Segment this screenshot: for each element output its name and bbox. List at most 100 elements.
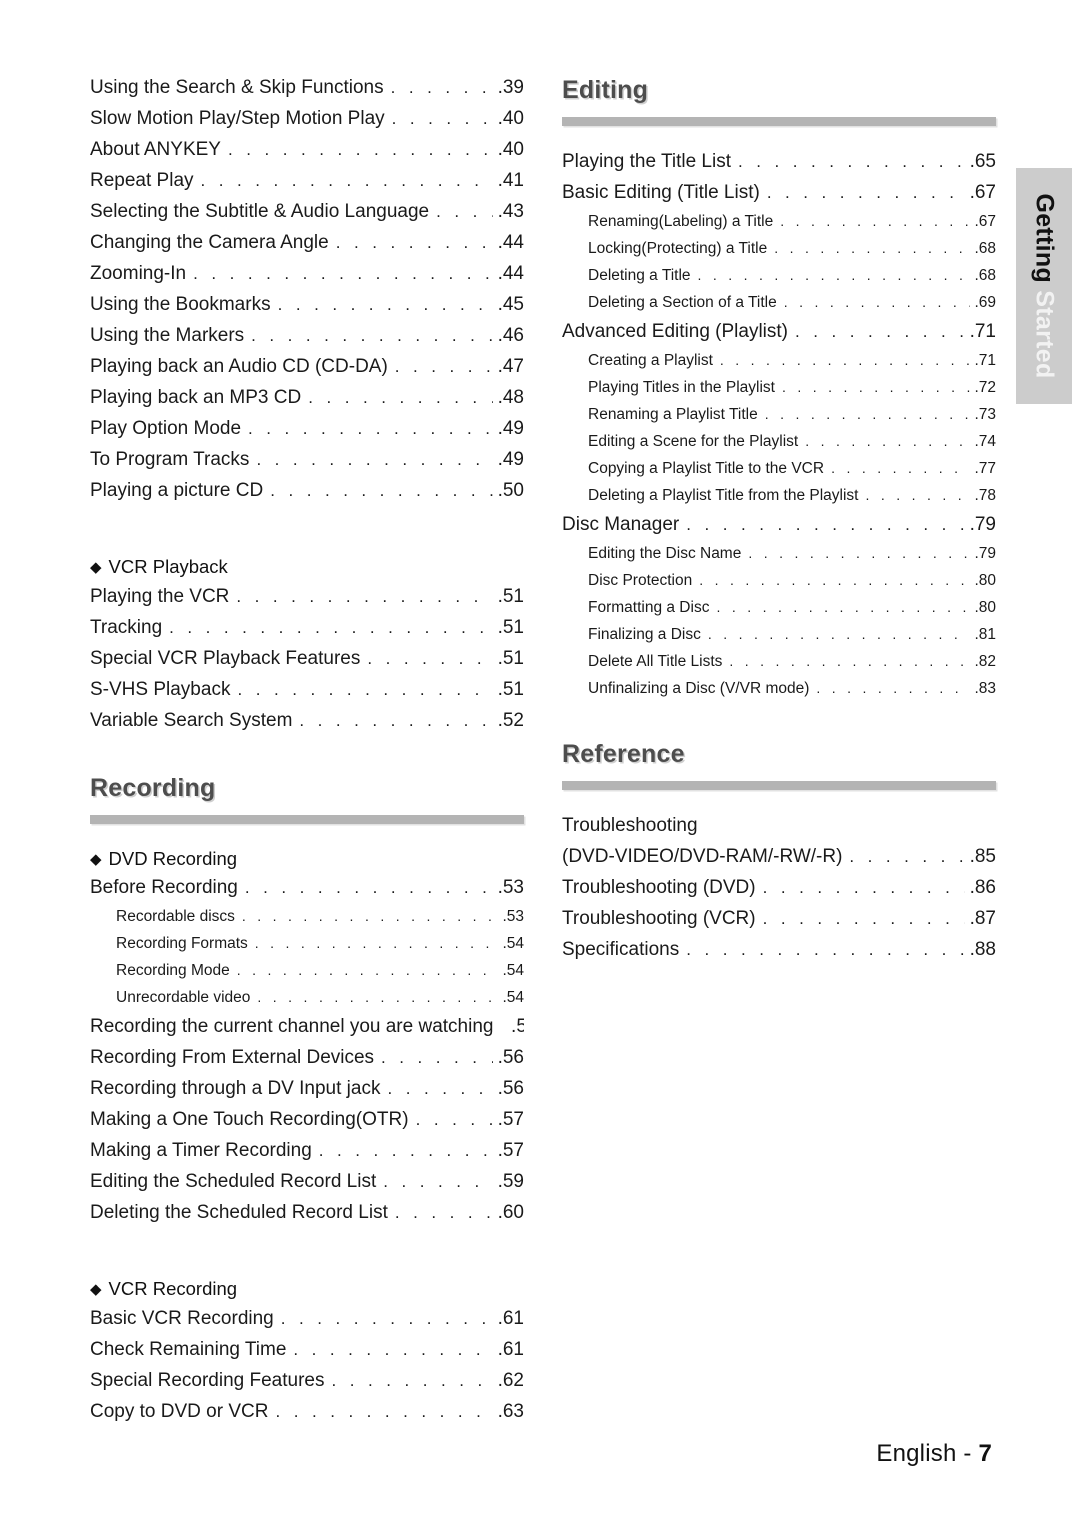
toc-entry[interactable]: Deleting a Playlist Title from the Playl… — [562, 488, 996, 515]
section-heading-reference: Reference — [562, 740, 685, 768]
toc-entry[interactable]: To Program Tracks .49 — [90, 450, 524, 481]
toc-entry[interactable]: Copying a Playlist Title to the VCR .77 — [562, 461, 996, 488]
toc-entry[interactable]: Advanced Editing (Playlist) .71 — [562, 322, 996, 353]
toc-entry-title: Zooming-In — [90, 264, 187, 284]
toc-entry-page-number: .87 — [969, 909, 996, 929]
toc-entry[interactable]: Recording the current channel you are wa… — [90, 1017, 524, 1048]
toc-entry-title: Slow Motion Play/Step Motion Play — [90, 109, 385, 129]
toc-entry[interactable]: Zooming-In .44 — [90, 264, 524, 295]
toc-entry[interactable]: Finalizing a Disc .81 — [562, 627, 996, 654]
toc-entry-title: Delete All Title Lists — [588, 654, 723, 670]
toc-entry-page-number: .56 — [497, 1048, 524, 1068]
toc-entry-title: Renaming a Playlist Title — [588, 407, 758, 423]
toc-entry[interactable]: Renaming a Playlist Title .73 — [562, 407, 996, 434]
toc-entry[interactable]: Making a Timer Recording .57 — [90, 1141, 524, 1172]
toc-entry[interactable]: Unfinalizing a Disc (V/VR mode) .83 — [562, 681, 996, 708]
toc-leader-dots — [228, 141, 493, 158]
toc-entry-page-number: .80 — [974, 600, 996, 616]
toc-group-editing: Playing the Title List .65 Basic Editing (… — [562, 152, 1002, 708]
toc-leader-dots — [319, 1142, 493, 1159]
toc-entry[interactable]: Disc Protection .80 — [562, 573, 996, 600]
toc-entry-page-number: .53 — [497, 878, 524, 898]
toc-entry[interactable]: Editing the Scheduled Record List .59 — [90, 1172, 524, 1203]
toc-entry[interactable]: Playing back an MP3 CD .48 — [90, 388, 524, 419]
toc-entry[interactable]: Delete All Title Lists .82 — [562, 654, 996, 681]
toc-entry[interactable]: Play Option Mode .49 — [90, 419, 524, 450]
toc-entry[interactable]: Playing the Title List .65 — [562, 152, 996, 183]
toc-entry[interactable]: Tracking .51 — [90, 618, 524, 649]
diamond-bullet-icon: ◆ — [90, 559, 102, 576]
toc-entry[interactable]: Recording Formats .54 — [90, 936, 524, 963]
toc-leader-dots — [765, 407, 970, 421]
toc-entry[interactable]: Editing a Scene for the Playlist .74 — [562, 434, 996, 461]
toc-entry-page-number: .49 — [497, 450, 524, 470]
toc-entry[interactable]: Special Recording Features .62 — [90, 1371, 524, 1402]
toc-leader-dots — [336, 234, 493, 251]
toc-entry[interactable]: Using the Bookmarks .45 — [90, 295, 524, 326]
toc-entry[interactable]: Playing back an Audio CD (CD-DA) .47 — [90, 357, 524, 388]
toc-entry[interactable]: Using the Search & Skip Functions .39 — [90, 78, 524, 109]
toc-entry[interactable]: Using the Markers .46 — [90, 326, 524, 357]
toc-entry[interactable]: Before Recording .53 — [90, 878, 524, 909]
toc-entry[interactable]: S-VHS Playback .51 — [90, 680, 524, 711]
toc-entry-title: Recording From External Devices — [90, 1048, 375, 1068]
toc-entry-title: S-VHS Playback — [90, 679, 231, 700]
toc-entry-title: Recording Formats — [116, 936, 248, 952]
toc-entry[interactable]: Creating a Playlist .71 — [562, 353, 996, 380]
toc-entry-title: Locking(Protecting) a Title — [588, 241, 768, 257]
toc-entry[interactable]: Deleting a Section of a Title .69 — [562, 295, 996, 322]
group-label-text: DVD Recording — [108, 847, 238, 869]
toc-leader-dots — [699, 573, 970, 587]
toc-entry-page-number: .65 — [969, 152, 996, 172]
toc-entry[interactable]: Playing Titles in the Playlist .72 — [562, 380, 996, 407]
toc-entry[interactable]: Playing the VCR .51 — [90, 587, 524, 618]
toc-entry[interactable]: Locking(Protecting) a Title .68 — [562, 241, 996, 268]
toc-entry[interactable]: Specifications .88 — [562, 940, 996, 971]
toc-entry[interactable]: Recording through a DV Input jack .56 — [90, 1079, 524, 1110]
page-footer: English - 7 — [876, 1440, 992, 1468]
toc-leader-dots — [251, 327, 493, 344]
toc-entry[interactable]: Changing the Camera Angle .44 — [90, 233, 524, 264]
toc-entry-page-number: .77 — [974, 461, 996, 477]
toc-entry[interactable]: Selecting the Subtitle & Audio Language.… — [90, 202, 524, 233]
toc-entry[interactable]: Check Remaining Time .61 — [90, 1340, 524, 1371]
toc-entry-troubleshooting-wrap[interactable]: Troubleshooting — [562, 816, 1002, 847]
toc-entry[interactable]: Slow Motion Play/Step Motion Play .40 — [90, 109, 524, 140]
toc-entry[interactable]: Deleting the Scheduled Record List .60 — [90, 1203, 524, 1234]
toc-entry[interactable]: Renaming(Labeling) a Title .67 — [562, 214, 996, 241]
toc-entry-title: Playing back an Audio CD (CD-DA) — [90, 357, 388, 377]
toc-entry[interactable]: Troubleshooting (DVD) .86 — [562, 878, 996, 909]
toc-entry-page-number: .72 — [974, 380, 996, 396]
toc-entry[interactable]: (DVD-VIDEO/DVD-RAM/-RW/-R) .85 — [562, 847, 996, 878]
toc-entry-title: Advanced Editing (Playlist) — [562, 322, 788, 342]
toc-entry[interactable]: Recording From External Devices .56 — [90, 1048, 524, 1079]
toc-entry-page-number: .71 — [969, 322, 996, 342]
toc-entry-page-number: .73 — [974, 407, 996, 423]
toc-entry[interactable]: Deleting a Title .68 — [562, 268, 996, 295]
toc-entry-title: Deleting a Section of a Title — [588, 295, 777, 311]
toc-entry[interactable]: Editing the Disc Name .79 — [562, 546, 996, 573]
toc-entry[interactable]: Making a One Touch Recording(OTR) .57 — [90, 1110, 524, 1141]
toc-entry[interactable]: Special VCR Playback Features .51 — [90, 649, 524, 680]
toc-entry[interactable]: Troubleshooting (VCR) .87 — [562, 909, 996, 940]
toc-entry[interactable]: Variable Search System .52 — [90, 711, 524, 742]
toc-entry[interactable]: Basic Editing (Title List) .67 — [562, 183, 996, 214]
toc-leader-dots — [866, 488, 971, 502]
footer-page-number: 7 — [978, 1440, 992, 1467]
toc-entry[interactable]: Recordable discs .53 — [90, 909, 524, 936]
toc-entry[interactable]: Repeat Play .41 — [90, 171, 524, 202]
toc-entry-page-number: .51 — [497, 617, 524, 638]
toc-entry-title: Playing a picture CD — [90, 481, 264, 501]
toc-entry-title: Playing the VCR — [90, 586, 230, 607]
toc-entry[interactable]: Copy to DVD or VCR .63 — [90, 1402, 524, 1433]
toc-entry[interactable]: Recording Mode .54 — [90, 963, 524, 990]
toc-entry-title: Check Remaining Time — [90, 1339, 287, 1360]
toc-entry[interactable]: Basic VCR Recording .61 — [90, 1309, 524, 1340]
toc-entry[interactable]: Formatting a Disc .80 — [562, 600, 996, 627]
toc-entry[interactable]: Unrecordable video .54 — [90, 990, 524, 1017]
toc-entry[interactable]: About ANYKEY .40 — [90, 140, 524, 171]
toc-entry[interactable]: Playing a picture CD .50 — [90, 481, 524, 512]
toc-entry[interactable]: Disc Manager .79 — [562, 515, 996, 546]
toc-leader-dots — [716, 600, 970, 614]
